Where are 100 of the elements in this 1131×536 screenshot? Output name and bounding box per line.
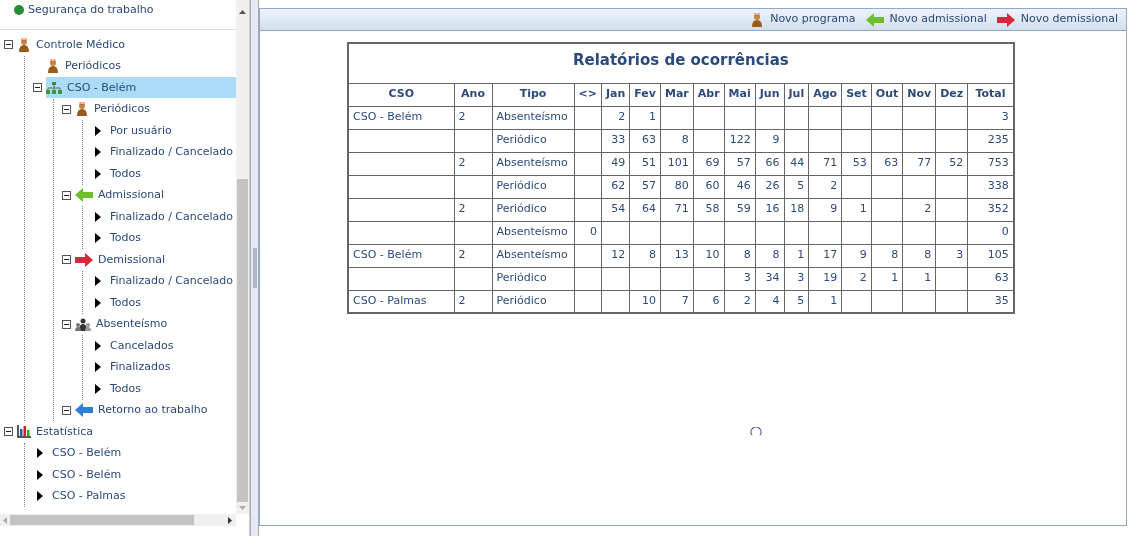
table-cell: 9 [859,248,867,262]
tree-item[interactable]: Finalizado / Cancelado [91,206,236,228]
tree-item[interactable]: Todos [91,163,146,185]
column-header: Abr [693,83,725,106]
toolbar-button[interactable]: Novo demissional [996,11,1118,28]
table-cell: 8 [772,248,780,262]
table-cell: 3 [956,248,964,262]
column-header: Ago [808,83,842,106]
table-cell: 46 [736,179,751,193]
collapse-icon[interactable] [62,405,71,415]
left-arrow-icon [865,12,884,27]
collapse-icon[interactable] [4,40,13,50]
table-cell: 17 [823,248,838,262]
tree-item[interactable]: CSO - Belém [33,464,126,486]
table-cell: 235 [987,133,1009,147]
column-header: Mai [724,83,756,106]
collapse-icon[interactable] [33,83,42,93]
tree-item[interactable]: Por usuário [91,120,176,142]
table-cell: 2 [458,156,466,170]
table-cell: 2 [458,202,466,216]
tree-item[interactable]: CSO - Belém [46,77,236,99]
table-cell: 49 [611,156,626,170]
tree-item[interactable]: Todos [91,292,146,314]
table-cell: 26 [765,179,780,193]
scroll-up-icon[interactable] [239,10,246,14]
tree-item[interactable]: Todos [91,227,146,249]
collapse-icon[interactable] [62,255,71,265]
table-cell: 34 [765,271,780,285]
table-cell: 35 [994,294,1009,307]
tree-item[interactable]: Retorno ao trabalho [75,399,212,421]
table-cell: 8 [924,248,932,262]
collapse-icon[interactable] [62,190,71,200]
column-header: Jan [601,83,630,106]
table-cell: 71 [674,202,689,216]
tree-item[interactable]: Todos [91,378,146,400]
triangle-icon [95,211,101,222]
table-cell: 10 [642,294,656,307]
tree-item[interactable]: Admissional [75,184,169,206]
column-header: <> [574,83,602,106]
table-cell: 59 [736,202,751,216]
table-cell: CSO - Belém [353,110,423,124]
table-cell: 12 [611,248,626,262]
left-arrow-icon [75,403,93,418]
table-cell: Periódico [496,202,547,216]
table-cell: 3 [1001,110,1009,124]
triangle-icon [95,297,101,308]
doctor-icon [750,12,765,27]
toolbar-button[interactable]: Novo programa [750,11,856,28]
tree-item[interactable]: Absenteísmo [75,313,172,335]
tree-item[interactable]: Periódicos [46,55,125,77]
tree-item[interactable]: CSO - Palmas [33,485,130,507]
column-header: Out [871,83,903,106]
table-cell: 3 [743,271,751,285]
tree-item[interactable]: Finalizado / Cancelado [91,141,236,163]
table-cell: 63 [642,133,656,147]
horizontal-scrollbar[interactable] [0,514,236,526]
collapse-icon[interactable] [62,319,71,329]
table-cell: 7 [681,294,689,307]
table-cell: Absenteísmo [496,248,568,262]
table-cell: 101 [667,156,689,170]
triangle-icon [37,491,43,502]
collapse-icon[interactable] [4,427,13,437]
tree-item[interactable]: Demissional [75,249,170,271]
tree-item[interactable]: Finalizado / Cancelado [91,270,236,292]
table-cell: 44 [790,156,805,170]
toolbar-button[interactable]: Novo admissional [865,11,987,28]
table-cell: 1 [830,294,838,307]
tree-item[interactable]: Periódicos [75,98,154,120]
tree-item[interactable]: Controle Médico [17,34,130,56]
column-header: Jun [755,83,784,106]
right-arrow-icon [75,252,93,267]
tree-item[interactable]: Finalizados [91,356,175,378]
table-cell: Periódico [496,179,547,193]
tree-item[interactable]: Estatística [17,421,97,443]
vertical-scrollbar[interactable] [236,0,249,514]
tree-item[interactable]: Segurança do trabalho [28,0,154,20]
table-cell: 63 [884,156,899,170]
left-arrow-icon [75,188,93,203]
tree-item[interactable]: CSO - Belém [33,442,126,464]
table-cell: 71 [823,156,838,170]
table-cell: 1 [891,271,899,285]
table-cell: 80 [674,179,689,193]
table-cell: 2 [618,110,626,124]
table-cell: 64 [642,202,656,216]
table-cell: 0 [1001,225,1009,239]
scroll-right-icon[interactable] [228,516,232,524]
table-cell: 57 [736,156,751,170]
column-header: Fev [629,83,661,106]
table-cell: 51 [642,156,656,170]
table-cell: 122 [729,133,751,147]
triangle-icon [37,448,43,459]
collapse-icon[interactable] [62,104,71,114]
table-cell: 10 [705,248,720,262]
table-cell: 5 [797,294,805,307]
tree-item[interactable]: Cancelados [91,335,178,357]
table-cell: CSO - Belém [353,248,423,262]
table-cell: 2 [924,202,932,216]
right-arrow-icon [996,12,1015,27]
table-cell: 57 [642,179,656,193]
table-cell: 16 [765,202,780,216]
